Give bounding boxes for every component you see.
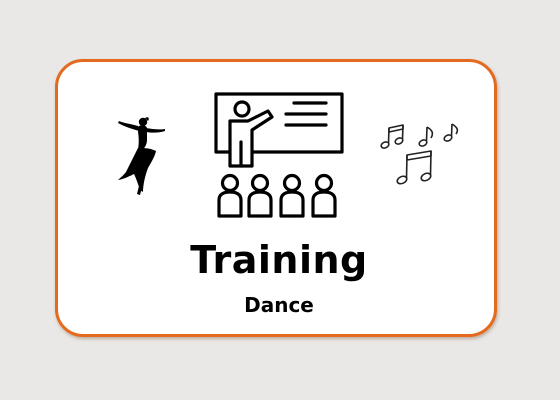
page-background: Training Dance <box>0 0 560 400</box>
music-notes-icon <box>380 123 459 185</box>
dancer-icon <box>118 117 165 195</box>
card-subtitle: Dance <box>244 293 314 317</box>
classroom-teacher-icon <box>214 92 344 218</box>
card-title: Training <box>190 238 368 282</box>
